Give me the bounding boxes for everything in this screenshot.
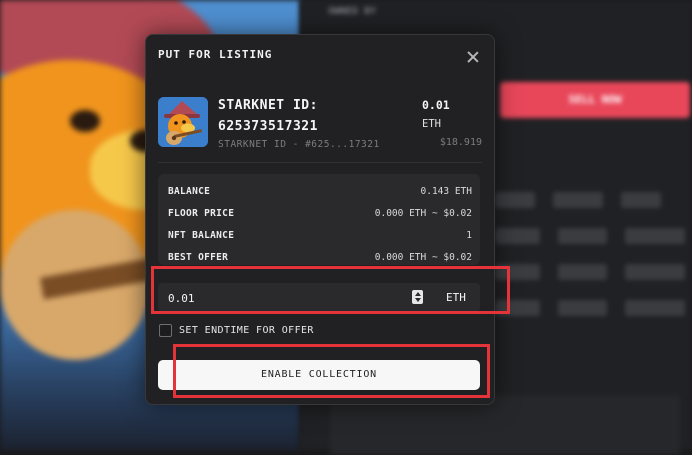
- close-icon[interactable]: [464, 48, 482, 66]
- best-offer-value: 0.000 ETH ~ $0.02: [374, 252, 472, 263]
- enable-collection-button[interactable]: ENABLE COLLECTION: [158, 360, 480, 390]
- nft-thumbnail: [158, 97, 208, 147]
- nft-balance-value: 1: [466, 230, 472, 241]
- balance-row: BALANCE 0.143 ETH: [168, 186, 472, 202]
- stepper-up-icon[interactable]: [414, 292, 421, 296]
- owned-by-text: OWNED BY: [328, 6, 377, 17]
- best-offer-label: BEST OFFER: [168, 252, 229, 263]
- modal-title: PUT FOR LISTING: [158, 48, 273, 61]
- floor-price-label: FLOOR PRICE: [168, 208, 235, 219]
- sell-now-button: SELL NOW: [500, 82, 690, 118]
- floor-price-row: FLOOR PRICE 0.000 ETH ~ $0.02: [168, 208, 472, 224]
- floor-price-value: 0.000 ETH ~ $0.02: [374, 208, 472, 219]
- stepper-down-icon[interactable]: [414, 298, 421, 302]
- endtime-checkbox[interactable]: [159, 324, 172, 337]
- endtime-label[interactable]: SET ENDTIME FOR OFFER: [179, 325, 314, 336]
- balance-label: BALANCE: [168, 186, 211, 197]
- nft-balance-label: NFT BALANCE: [168, 230, 235, 241]
- nft-usd-value: $18.919: [439, 137, 482, 148]
- price-input-field: ETH: [158, 283, 480, 312]
- balance-value: 0.143 ETH: [420, 186, 472, 197]
- nft-price: 0.01: [422, 98, 450, 112]
- best-offer-row: BEST OFFER 0.000 ETH ~ $0.02: [168, 252, 472, 268]
- nft-name: STARKNET ID: 625373517321: [218, 98, 318, 134]
- nft-price-unit: ETH: [422, 118, 441, 130]
- price-stepper[interactable]: [412, 290, 423, 304]
- list-nft-modal: PUT FOR LISTING STARKNET ID: 62537351732…: [145, 34, 495, 405]
- nft-balance-row: NFT BALANCE 1: [168, 230, 472, 246]
- currency-label: ETH: [446, 291, 466, 304]
- info-panel: BALANCE 0.143 ETH FLOOR PRICE 0.000 ETH …: [158, 174, 480, 265]
- divider: [158, 162, 482, 163]
- price-input[interactable]: [166, 288, 400, 309]
- nft-subtitle: STARKNET ID - #625...17321: [218, 139, 380, 150]
